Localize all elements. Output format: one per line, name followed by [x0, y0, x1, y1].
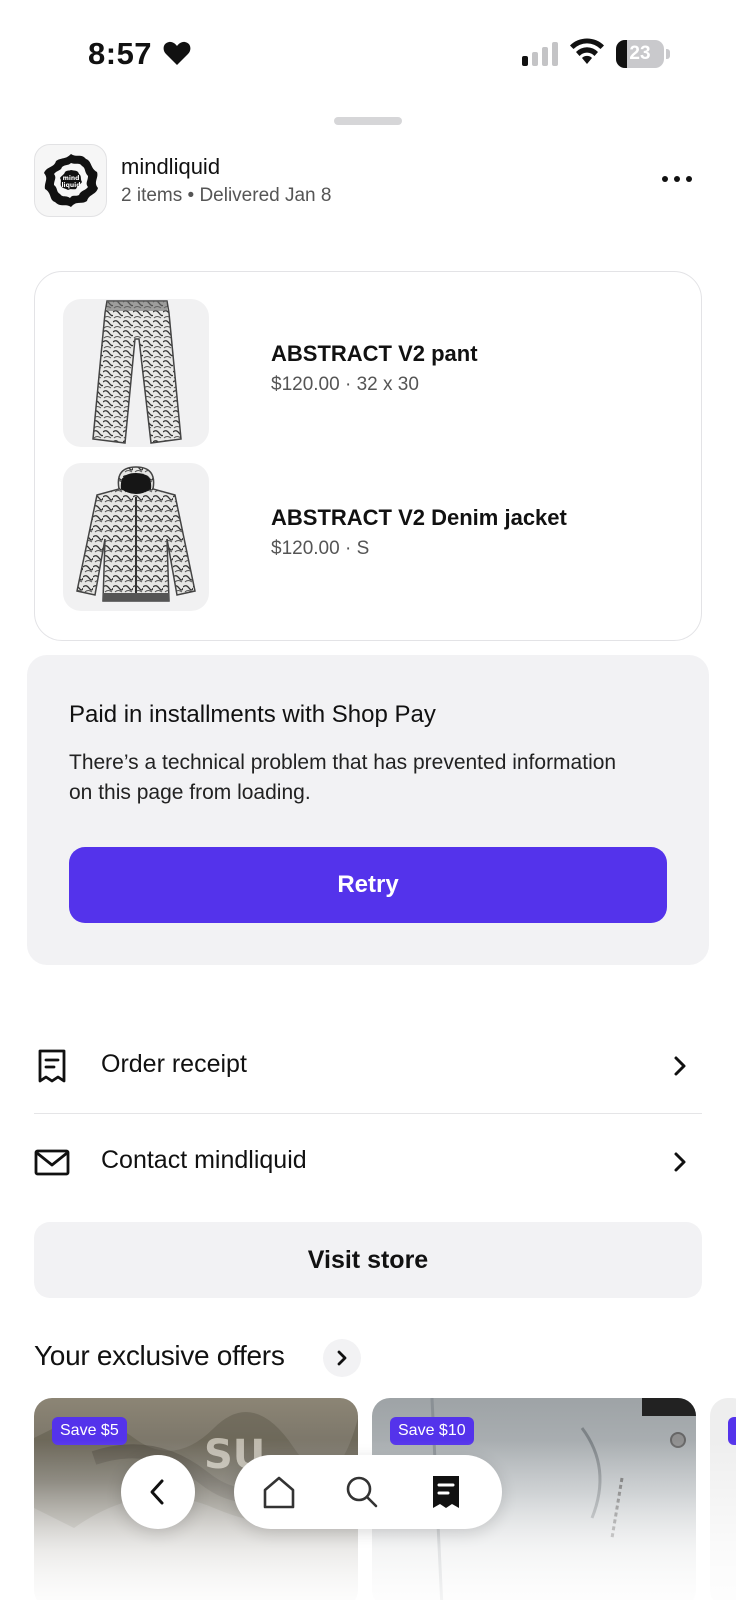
back-button[interactable] — [121, 1455, 195, 1529]
svg-text:liquid: liquid — [61, 182, 80, 189]
order-item[interactable]: ABSTRACT V2 pant $120.00 · 32 x 30 — [63, 299, 663, 447]
orders-button[interactable] — [426, 1472, 466, 1512]
mindliquid-logo-icon: mind liquid — [43, 153, 98, 207]
bottom-nav — [234, 1455, 502, 1529]
store-name[interactable]: mindliquid — [121, 154, 220, 180]
chevron-right-icon — [674, 1152, 686, 1172]
chevron-right-icon — [337, 1350, 347, 1366]
mail-icon — [34, 1149, 70, 1176]
orders-icon — [433, 1476, 459, 1508]
home-button[interactable] — [259, 1472, 299, 1512]
more-options-button[interactable] — [652, 164, 702, 194]
chevron-right-icon — [674, 1056, 686, 1076]
more-dot-icon — [686, 176, 692, 182]
store-header: mind liquid mindliquid 2 items • Deliver… — [34, 144, 702, 218]
item-name: ABSTRACT V2 pant — [271, 341, 478, 366]
product-image-pant — [63, 299, 209, 447]
order-summary: 2 items • Delivered Jan 8 — [121, 185, 332, 206]
error-message: There’s a technical problem that has pre… — [69, 751, 617, 804]
order-items-card: ABSTRACT V2 pant $120.00 · 32 x 30 ABSTR… — [34, 271, 702, 641]
status-bar: 8:57 23 — [0, 0, 736, 100]
offers-title[interactable]: Your exclusive offers — [34, 1340, 285, 1372]
more-dot-icon — [662, 176, 668, 182]
shop-pay-title: Paid in installments with Shop Pay — [69, 701, 436, 728]
battery-icon: 23 — [616, 40, 670, 68]
back-icon — [150, 1479, 164, 1505]
contact-store-label: Contact mindliquid — [101, 1146, 307, 1174]
status-time: 8:57 — [88, 36, 153, 71]
order-item[interactable]: ABSTRACT V2 Denim jacket $120.00 · S — [63, 463, 663, 611]
shop-pay-card: Paid in installments with Shop Pay There… — [27, 655, 709, 965]
wifi-icon — [570, 38, 604, 64]
order-receipt-row[interactable]: Order receipt — [34, 1018, 702, 1114]
more-dot-icon — [674, 176, 680, 182]
receipt-icon — [38, 1049, 66, 1083]
offers-see-all-button[interactable] — [323, 1339, 361, 1377]
visit-store-button[interactable]: Visit store — [34, 1222, 702, 1298]
product-image-jacket — [63, 463, 209, 611]
store-logo[interactable]: mind liquid — [34, 144, 107, 217]
battery-level: 23 — [629, 43, 651, 64]
item-name: ABSTRACT V2 Denim jacket — [271, 505, 567, 530]
search-button[interactable] — [342, 1472, 382, 1512]
cellular-signal-icon — [522, 42, 558, 66]
order-receipt-label: Order receipt — [101, 1050, 247, 1078]
item-price-size: $120.00 · S — [271, 538, 370, 559]
heart-icon — [163, 41, 191, 65]
search-icon — [346, 1476, 378, 1508]
contact-store-row[interactable]: Contact mindliquid — [34, 1114, 702, 1210]
svg-text:mind: mind — [62, 175, 79, 182]
item-price-size: $120.00 · 32 x 30 — [271, 374, 419, 395]
sheet-grabber[interactable] — [334, 117, 402, 125]
home-icon — [263, 1476, 295, 1509]
retry-button[interactable]: Retry — [69, 847, 667, 923]
